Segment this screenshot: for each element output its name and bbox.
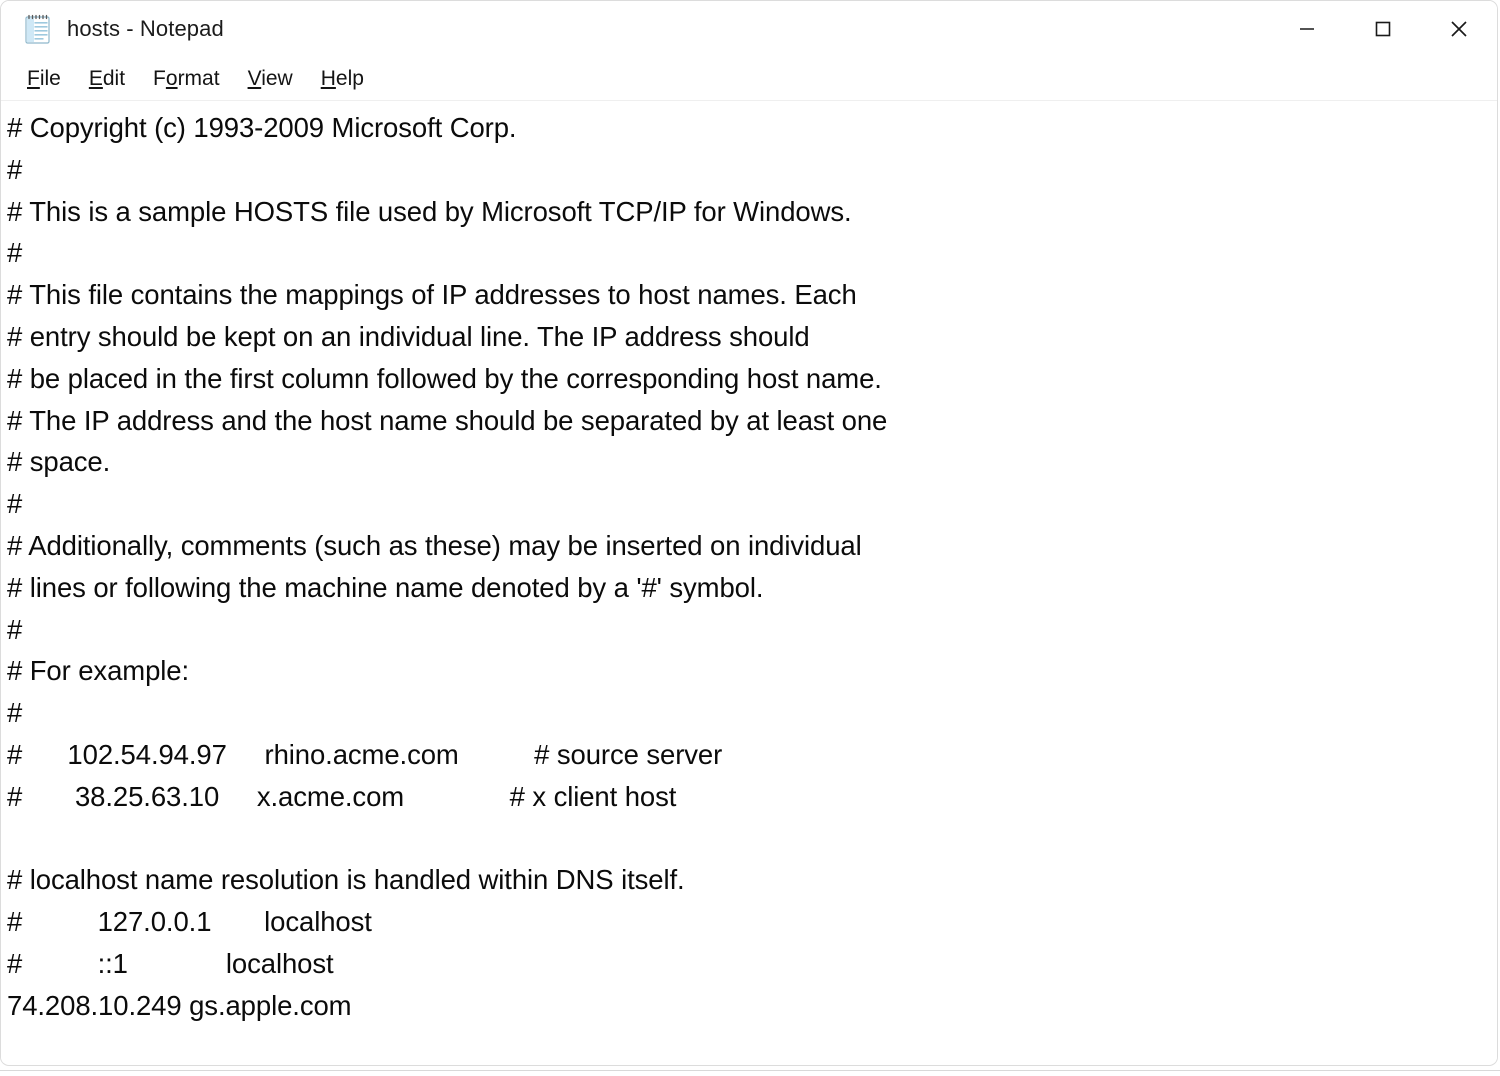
- menu-view-suffix: iew: [261, 66, 293, 90]
- maximize-icon: [1372, 18, 1394, 40]
- notepad-icon: [23, 13, 53, 45]
- menu-item-file[interactable]: File: [13, 65, 75, 93]
- menu-help-accesskey: H: [320, 66, 336, 90]
- title-bar[interactable]: hosts - Notepad: [1, 1, 1497, 57]
- minimize-button[interactable]: [1269, 1, 1345, 57]
- menu-help-suffix: elp: [335, 66, 364, 90]
- menu-format-suffix: rmat: [177, 66, 220, 90]
- menu-file-accesskey: F: [27, 66, 40, 90]
- close-icon: [1447, 17, 1471, 41]
- minimize-icon: [1296, 18, 1318, 40]
- close-button[interactable]: [1421, 1, 1497, 57]
- menu-file-suffix: ile: [39, 66, 61, 90]
- title-bar-left: hosts - Notepad: [1, 13, 224, 45]
- hosts-file-content[interactable]: # Copyright (c) 1993-2009 Microsoft Corp…: [7, 107, 1497, 1027]
- text-editor-area[interactable]: # Copyright (c) 1993-2009 Microsoft Corp…: [1, 101, 1497, 1063]
- menu-bar: File Edit Format View Help: [1, 57, 1497, 101]
- menu-item-edit[interactable]: Edit: [75, 65, 139, 93]
- window-controls: [1269, 1, 1497, 57]
- notepad-window: hosts - Notepad File Edit Format View He…: [0, 0, 1498, 1066]
- menu-format-prefix: F: [153, 66, 166, 90]
- bottom-divider: [0, 1070, 1500, 1071]
- menu-edit-accesskey: E: [88, 66, 103, 90]
- menu-edit-suffix: dit: [102, 66, 126, 90]
- maximize-button[interactable]: [1345, 1, 1421, 57]
- window-title: hosts - Notepad: [67, 16, 224, 41]
- menu-item-help[interactable]: Help: [307, 65, 378, 93]
- menu-format-accesskey: o: [165, 66, 178, 90]
- menu-item-view[interactable]: View: [234, 65, 307, 93]
- menu-item-format[interactable]: Format: [139, 65, 234, 93]
- menu-view-accesskey: V: [247, 66, 262, 90]
